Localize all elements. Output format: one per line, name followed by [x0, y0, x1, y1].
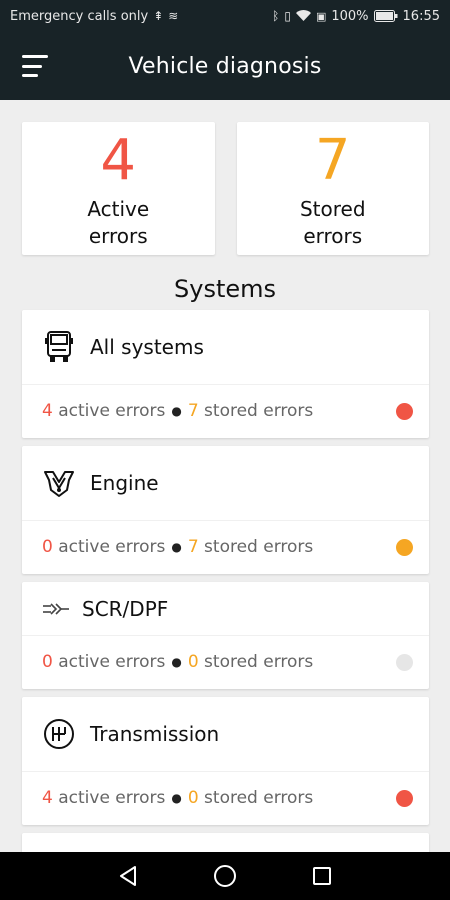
- battery-icon: [373, 10, 398, 22]
- clock: 16:55: [402, 8, 440, 24]
- status-dot: [396, 653, 413, 671]
- active-text: active errors: [58, 788, 166, 808]
- stored-label-line1: Stored: [299, 197, 366, 221]
- status-dot: [396, 789, 413, 807]
- system-card-scr-dpf[interactable]: SCR/DPF 0 active errors ● 0 stored error…: [22, 582, 429, 689]
- system-name: All systems: [90, 335, 204, 359]
- active-count: 0: [42, 652, 53, 672]
- active-errors-label: Active errors: [87, 196, 149, 250]
- stored-count: 7: [187, 537, 199, 557]
- recents-square-icon[interactable]: [309, 863, 335, 889]
- active-count: 4: [42, 788, 53, 808]
- wifi-icon: [295, 10, 311, 21]
- stored-errors-label: Stored errors: [300, 196, 366, 250]
- vibrate-icon: ▯: [284, 9, 291, 23]
- separator-dot: ●: [171, 404, 182, 418]
- stored-text: stored errors: [204, 652, 314, 672]
- battery-percent: 100%: [331, 8, 369, 24]
- separator-dot: ●: [171, 791, 182, 805]
- system-header: All systems: [22, 310, 429, 385]
- section-title: Systems: [174, 275, 276, 303]
- gear-shift-icon: [42, 717, 76, 751]
- signal-tune-icon: ≋: [168, 9, 179, 23]
- active-label-line1: Active: [87, 197, 150, 221]
- active-text: active errors: [58, 401, 166, 421]
- stored-text: stored errors: [204, 788, 314, 808]
- error-summary: 4 Active errors 7 Stored errors: [22, 122, 429, 255]
- usb-icon: ⇞: [153, 9, 164, 23]
- system-error-summary: 4 active errors ● 0 stored errors: [22, 772, 429, 824]
- stored-errors-card[interactable]: 7 Stored errors: [236, 122, 429, 255]
- stored-text: stored errors: [204, 401, 314, 421]
- active-count: 4: [42, 401, 53, 421]
- active-errors-count: 4: [100, 128, 137, 193]
- separator-dot: ●: [171, 540, 182, 554]
- system-card-engine[interactable]: Engine 0 active errors ● 7 stored errors: [22, 446, 429, 574]
- system-card-transmission[interactable]: Transmission 4 active errors ● 0 stored …: [22, 697, 429, 825]
- engine-icon: [42, 466, 76, 500]
- back-triangle-icon[interactable]: [115, 863, 141, 889]
- system-name: Engine: [90, 471, 159, 495]
- system-name: Transmission: [90, 722, 220, 746]
- active-count: 0: [42, 537, 53, 557]
- system-header: SCR/DPF: [22, 582, 429, 636]
- sim-icon: ▣: [315, 9, 327, 23]
- system-header: Transmission: [22, 697, 429, 772]
- main-content: 4 Active errors 7 Stored errors Systems: [0, 100, 450, 852]
- navigation-bar: [0, 852, 450, 900]
- system-card-all-systems[interactable]: All systems 4 active errors ● 7 stored e…: [22, 310, 429, 438]
- system-name: SCR/DPF: [82, 596, 169, 621]
- stored-errors-count: 7: [314, 128, 351, 193]
- active-errors-card[interactable]: 4 Active errors: [22, 122, 215, 255]
- app-bar: Vehicle diagnosis: [0, 32, 450, 100]
- separator-dot: ●: [171, 655, 182, 669]
- carrier-text: Emergency calls only: [10, 8, 149, 24]
- system-error-summary: 0 active errors ● 0 stored errors: [22, 636, 429, 688]
- system-header: Engine: [22, 446, 429, 521]
- system-error-summary: 4 active errors ● 7 stored errors: [22, 385, 429, 437]
- home-circle-icon[interactable]: [212, 863, 238, 889]
- page-title: Vehicle diagnosis: [128, 53, 322, 79]
- stored-count: 0: [187, 788, 199, 808]
- bluetooth-icon: ᛒ: [272, 9, 280, 23]
- stored-label-line2: errors: [303, 224, 363, 248]
- stored-text: stored errors: [204, 537, 314, 557]
- truck-front-icon: [42, 330, 76, 364]
- systems-list: All systems 4 active errors ● 7 stored e…: [22, 310, 429, 852]
- status-bar: Emergency calls only ⇞ ≋ ᛒ ▯ ▣ 100% 16:5…: [0, 0, 450, 32]
- active-text: active errors: [58, 537, 166, 557]
- active-text: active errors: [58, 652, 166, 672]
- stored-count: 7: [187, 401, 199, 421]
- stored-count: 0: [187, 652, 199, 672]
- hamburger-menu-icon[interactable]: [22, 55, 50, 77]
- system-card-next[interactable]: [22, 833, 429, 852]
- status-dot: [396, 402, 413, 420]
- exhaust-filter-icon: [42, 592, 70, 626]
- system-error-summary: 0 active errors ● 7 stored errors: [22, 521, 429, 573]
- active-label-line2: errors: [88, 224, 148, 248]
- status-dot: [396, 538, 413, 556]
